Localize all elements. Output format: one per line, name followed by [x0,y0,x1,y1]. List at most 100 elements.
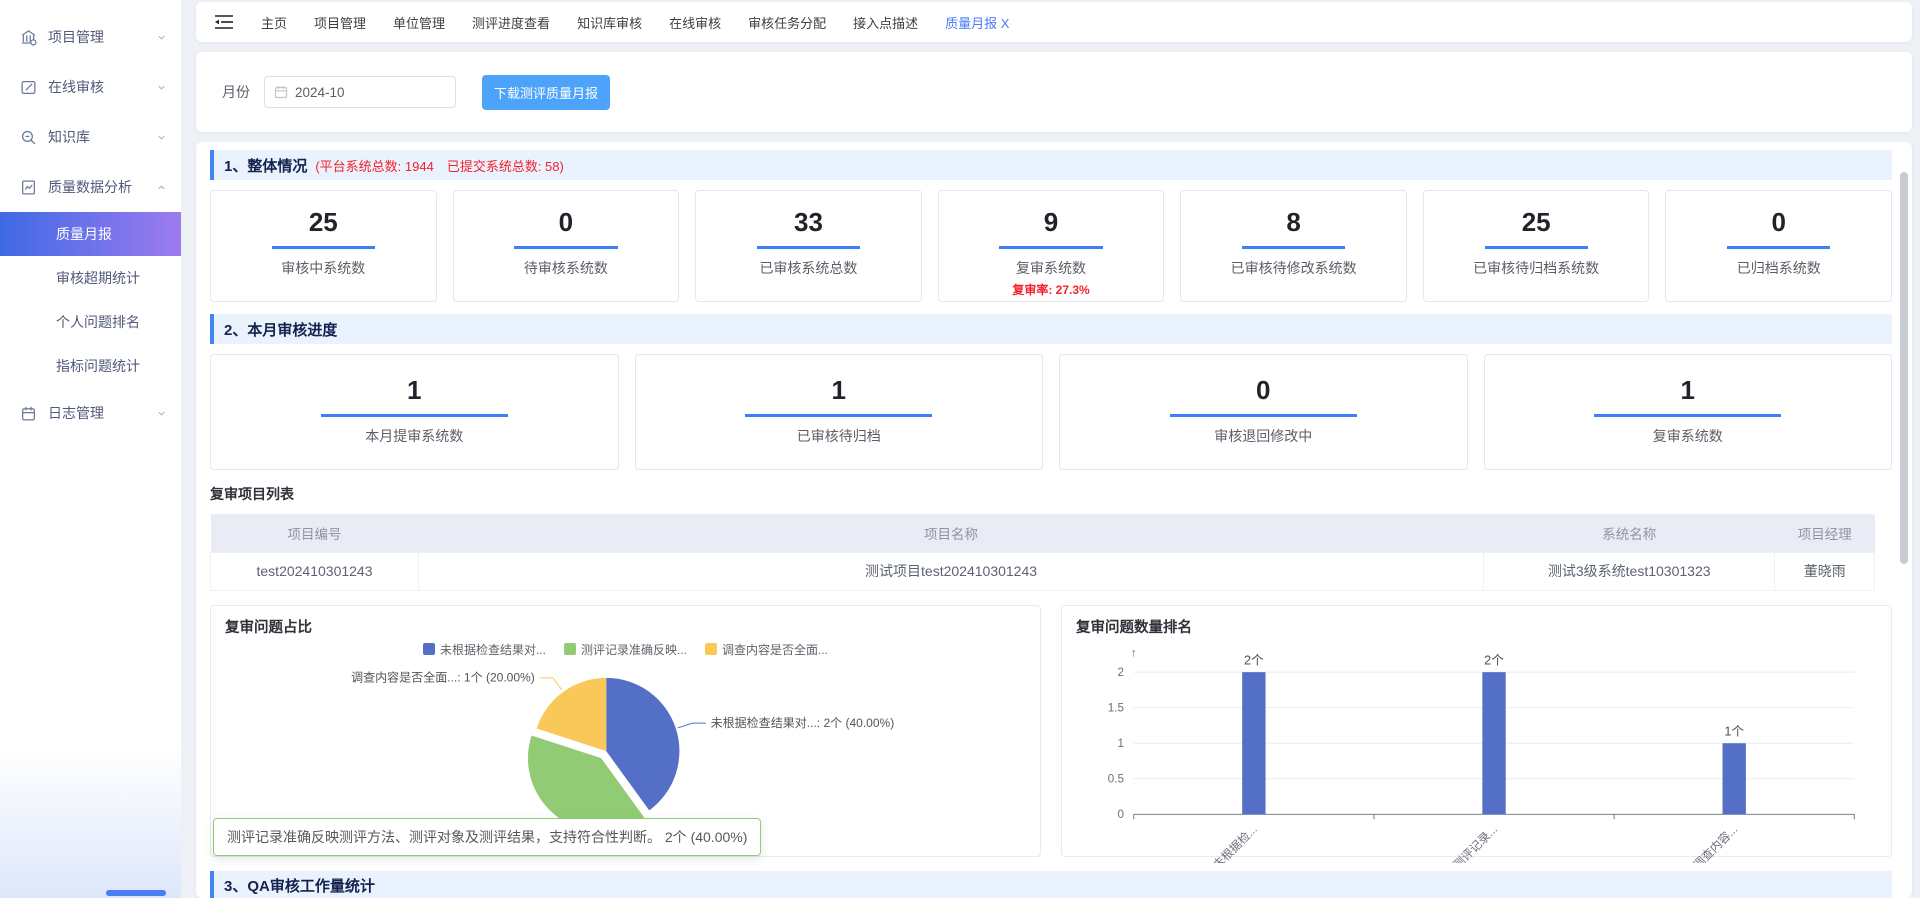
stat-underline [1242,246,1345,249]
tab-online-review[interactable]: 在线审核 [669,13,721,32]
sidebar-item-knowledge-base[interactable]: 知识库 [0,112,181,162]
stat-label: 已审核待归档系统数 [1424,258,1649,278]
stat-label: 已归档系统数 [1666,258,1891,278]
stat-value: 1 [1485,375,1892,405]
sidebar-item-project-management[interactable]: 项目管理 [0,12,181,62]
menu-fold-icon[interactable] [214,14,234,30]
legend-item[interactable]: 调查内容是否全面... [705,641,828,658]
svg-text:1: 1 [1118,737,1125,750]
cell-system-name: 测试3级系统test10301323 [1484,552,1775,590]
sidebar-item-label: 日志管理 [48,403,156,423]
stat-label: 已审核待修改系统数 [1181,258,1406,278]
tab-knowledge-review[interactable]: 知识库审核 [577,13,642,32]
pie-chart-panel: 复审问题占比 未根据检查结果对... 测评记录准确反映... 调查内容是否全面.… [210,605,1041,857]
svg-text:调查内容...: 调查内容... [1690,822,1740,863]
stat-underline [1485,246,1588,249]
stat-card-reviewing: 25 审核中系统数 [210,190,437,302]
sidebar-subitem-label: 质量月报 [56,224,112,244]
sidebar-item-label: 质量数据分析 [48,177,156,197]
stat-card-archived: 0 已归档系统数 [1665,190,1892,302]
svg-text:1.5: 1.5 [1108,701,1124,714]
bar-chart-panel: 复审问题数量排名 00.511.52↑2个未根据检...2个测评记录...1个调… [1061,605,1892,857]
sidebar-subitem-personal-ranking[interactable]: 个人问题排名 [0,300,181,344]
stat-label: 已审核待归档 [636,426,1043,446]
tab-home[interactable]: 主页 [261,13,287,32]
stat-label: 审核中系统数 [211,258,436,278]
tab-access-point[interactable]: 接入点描述 [853,13,918,32]
vertical-scrollbar[interactable] [1900,172,1908,564]
sidebar: 项目管理 在线审核 知识库 质量数据分析 质量月报 审核超期统计 个人问题排名 [0,0,182,898]
stat-value: 0 [454,207,679,237]
legend-swatch [705,643,717,655]
tab-unit-management[interactable]: 单位管理 [393,13,445,32]
pie-tooltip: 测评记录准确反映测评方法、测评对象及测评结果，支持符合性判断。 2个 (40.0… [213,818,761,856]
tab-quality-monthly-report[interactable]: 质量月报 X [945,13,1009,32]
svg-text:0.5: 0.5 [1108,772,1124,785]
edit-icon [20,79,37,96]
pie-legend: 未根据检查结果对... 测评记录准确反映... 调查内容是否全面... [221,641,1030,658]
stat-card-month-submitted: 1 本月提审系统数 [210,354,619,470]
sidebar-subitem-overdue-stats[interactable]: 审核超期统计 [0,256,181,300]
stat-underline [999,246,1102,249]
col-project-id: 项目编号 [211,514,419,552]
section-1-title: 1、整体情况 [224,155,307,176]
pie-chart-title: 复审问题占比 [225,616,1030,637]
svg-text:1个: 1个 [1724,724,1744,738]
search-icon [20,129,37,146]
stat-card-month-returned: 0 审核退回修改中 [1059,354,1468,470]
tab-project-management[interactable]: 项目管理 [314,13,366,32]
col-project-name: 项目名称 [419,514,1484,552]
stat-label: 本月提审系统数 [211,426,618,446]
stat-value: 33 [696,207,921,237]
sidebar-subitem-indicator-stats[interactable]: 指标问题统计 [0,344,181,388]
svg-text:未根据检...: 未根据检... [1210,822,1260,863]
stat-card-to-archive: 25 已审核待归档系统数 [1423,190,1650,302]
stat-value: 0 [1060,375,1467,405]
sidebar-scrollbar[interactable] [106,890,166,896]
section-2-title: 2、本月审核进度 [224,319,337,340]
review-table-title: 复审项目列表 [210,484,1892,504]
table-header-row: 项目编号 项目名称 系统名称 项目经理 [211,514,1875,552]
stat-value: 1 [211,375,618,405]
main-area: 主页 项目管理 单位管理 测评进度查看 知识库审核 在线审核 审核任务分配 接入… [182,0,1920,898]
overview-stats-row: 25 审核中系统数 0 待审核系统数 33 已审核系统总数 9 复审系统数 复审… [210,190,1892,302]
svg-text:2个: 2个 [1484,653,1504,667]
bank-icon [20,29,37,46]
month-picker[interactable] [264,76,456,108]
month-label: 月份 [222,82,250,102]
sidebar-item-quality-analysis[interactable]: 质量数据分析 [0,162,181,212]
stat-underline [272,246,375,249]
sidebar-item-log-management[interactable]: 日志管理 [0,388,181,438]
month-input[interactable] [295,85,425,100]
bar-chart-title: 复审问题数量排名 [1076,616,1881,637]
stat-underline [757,246,860,249]
sidebar-item-label: 在线审核 [48,77,156,97]
sidebar-subitem-monthly-report[interactable]: 质量月报 [0,212,181,256]
legend-swatch [423,643,435,655]
bar-chart[interactable]: 00.511.52↑2个未根据检...2个测评记录...1个调查内容... [1072,641,1881,863]
stat-label: 待审核系统数 [454,258,679,278]
chevron-up-icon [156,182,167,193]
review-table: 项目编号 项目名称 系统名称 项目经理 test202410301243 测试项… [210,514,1875,591]
stat-subtext: 复审率: 27.3% [939,281,1164,298]
legend-label: 调查内容是否全面... [722,641,828,658]
tab-task-assignment[interactable]: 审核任务分配 [748,13,826,32]
table-row[interactable]: test202410301243 测试项目test202410301243 测试… [211,552,1875,590]
stat-underline [1594,414,1781,417]
sidebar-item-online-review[interactable]: 在线审核 [0,62,181,112]
svg-text:测评记录...: 测评记录... [1451,822,1500,862]
svg-text:2: 2 [1118,666,1125,679]
legend-item[interactable]: 测评记录准确反映... [564,641,687,658]
stat-label: 复审系统数 [1485,426,1892,446]
stat-card-re-review: 9 复审系统数 复审率: 27.3% [938,190,1165,302]
legend-item[interactable]: 未根据检查结果对... [423,641,546,658]
sidebar-item-label: 项目管理 [48,27,156,47]
stat-value: 25 [211,207,436,237]
tab-progress-view[interactable]: 测评进度查看 [472,13,550,32]
stat-underline [321,414,508,417]
stat-label: 已审核系统总数 [696,258,921,278]
svg-text:2个: 2个 [1244,653,1264,667]
download-report-button[interactable]: 下载测评质量月报 [482,75,610,110]
sidebar-item-label: 知识库 [48,127,156,147]
section-3-title: 3、QA审核工作量统计 [224,875,375,896]
